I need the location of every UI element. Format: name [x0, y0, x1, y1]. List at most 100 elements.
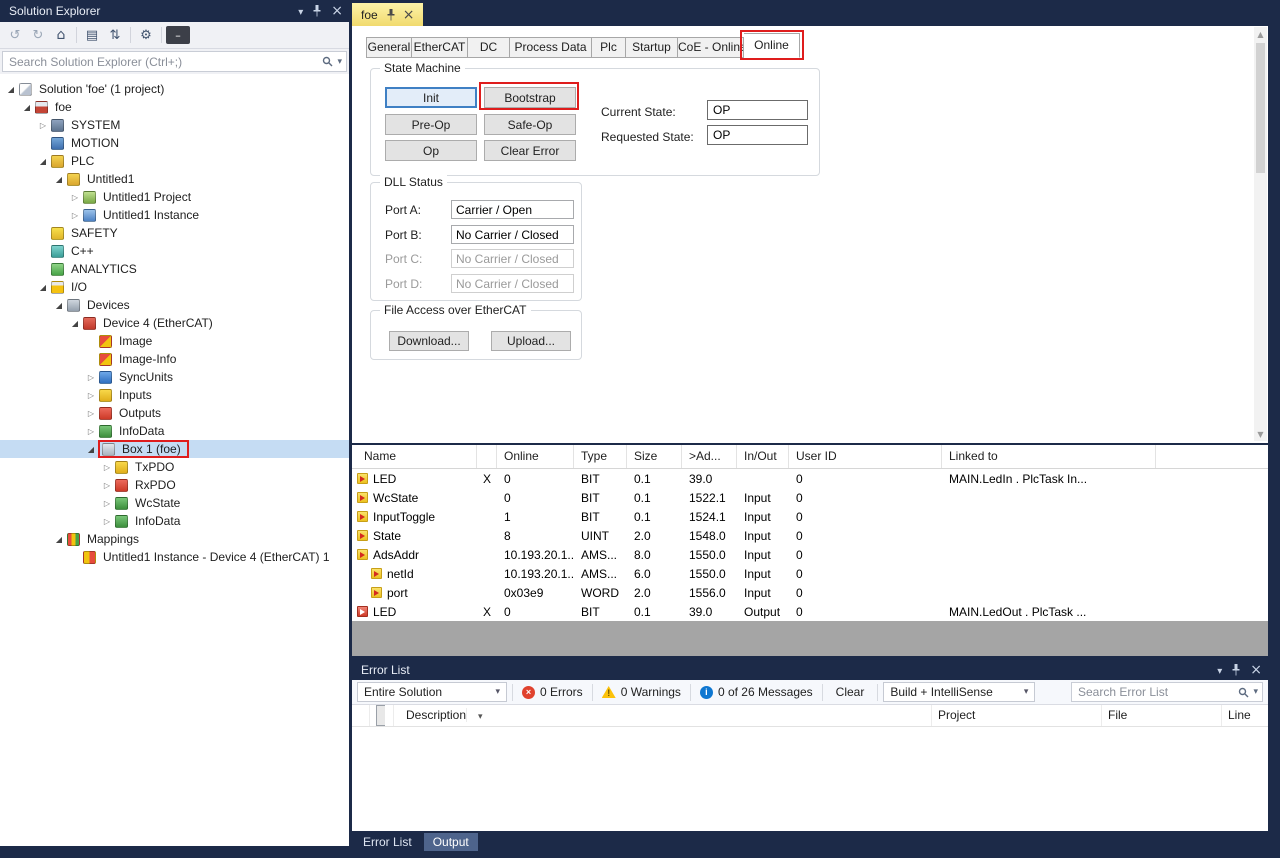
- port-a-field[interactable]: [451, 200, 574, 219]
- expander-closed-icon[interactable]: [68, 205, 82, 225]
- filter-chevron-icon[interactable]: ▾: [472, 712, 483, 722]
- chevron-down-icon[interactable]: [298, 4, 303, 18]
- tab-dc[interactable]: DC: [468, 37, 510, 58]
- tree-item-untitled1[interactable]: Untitled1: [0, 170, 349, 188]
- expander-open-icon[interactable]: [68, 313, 82, 333]
- tree-item-plc[interactable]: PLC: [0, 152, 349, 170]
- tree-item-analytics[interactable]: ANALYTICS: [0, 260, 349, 278]
- wrench-icon[interactable]: [135, 25, 157, 46]
- requested-state-field[interactable]: [707, 125, 808, 145]
- expander-open-icon[interactable]: [4, 79, 18, 99]
- expander-open-icon[interactable]: [52, 169, 66, 189]
- tree-item-system[interactable]: SYSTEM: [0, 116, 349, 134]
- tree-item-infodata2[interactable]: InfoData: [0, 512, 349, 530]
- messages-filter-button[interactable]: 0 of 26 Messages: [696, 685, 817, 699]
- col-file[interactable]: File: [1102, 705, 1222, 726]
- expander-open-icon[interactable]: [36, 151, 50, 171]
- tree-item-cpp[interactable]: C++: [0, 242, 349, 260]
- grid-row-inputtoggle[interactable]: InputToggle 1 BIT 0.1 1524.1 Input 0: [352, 507, 1268, 526]
- tab-error-list[interactable]: Error List: [354, 833, 421, 851]
- tree-item-solution[interactable]: Solution 'foe' (1 project): [0, 80, 349, 98]
- home-icon[interactable]: [50, 25, 72, 46]
- tree-item-image[interactable]: Image: [0, 332, 349, 350]
- col-linkedto[interactable]: Linked to: [942, 445, 1156, 468]
- pin-icon[interactable]: [386, 9, 396, 21]
- grid-row-wcstate[interactable]: WcState 0 BIT 0.1 1522.1 Input 0: [352, 488, 1268, 507]
- error-search-box[interactable]: ▾: [1071, 682, 1263, 702]
- expander-closed-icon[interactable]: [100, 511, 114, 531]
- tree-item-safety[interactable]: SAFETY: [0, 224, 349, 242]
- solution-explorer-titlebar[interactable]: Solution Explorer: [0, 0, 349, 22]
- scroll-down-icon[interactable]: ▼: [1254, 427, 1267, 441]
- tab-general[interactable]: General: [366, 37, 412, 58]
- warnings-filter-button[interactable]: 0 Warnings: [598, 685, 685, 699]
- vertical-scrollbar[interactable]: ▲ ▼: [1254, 27, 1267, 441]
- expander-closed-icon[interactable]: [100, 475, 114, 495]
- grid-row-netid[interactable]: netId 10.193.20.1... AMS... 6.0 1550.0 I…: [352, 564, 1268, 583]
- search-icon[interactable]: [322, 56, 333, 67]
- tree-item-txpdo[interactable]: TxPDO: [0, 458, 349, 476]
- tree-item-rxpdo[interactable]: RxPDO: [0, 476, 349, 494]
- op-button[interactable]: Op: [385, 140, 477, 161]
- expander-open-icon[interactable]: [52, 529, 66, 549]
- pin-icon[interactable]: [312, 5, 322, 17]
- nav-back-icon[interactable]: [4, 25, 26, 46]
- tab-process-data[interactable]: Process Data: [510, 37, 592, 58]
- tree-item-infodata[interactable]: InfoData: [0, 422, 349, 440]
- nav-forward-icon[interactable]: [27, 25, 49, 46]
- col-project[interactable]: Project: [932, 705, 1102, 726]
- preview-toggle-icon[interactable]: [166, 26, 190, 44]
- col-flag[interactable]: [477, 445, 497, 468]
- swap-icon[interactable]: [104, 25, 126, 46]
- col-description[interactable]: Description▾: [394, 705, 932, 726]
- expander-closed-icon[interactable]: [100, 493, 114, 513]
- tree-item-inputs[interactable]: Inputs: [0, 386, 349, 404]
- expander-open-icon[interactable]: [52, 295, 66, 315]
- build-intellisense-dropdown[interactable]: Build + IntelliSense: [883, 682, 1035, 702]
- tree-item-untitled1-instance[interactable]: Untitled1 Instance: [0, 206, 349, 224]
- expander-open-icon[interactable]: [20, 97, 34, 117]
- search-box[interactable]: ▾: [2, 51, 347, 72]
- tree-item-devices[interactable]: Devices: [0, 296, 349, 314]
- col-userid[interactable]: User ID: [789, 445, 942, 468]
- search-icon[interactable]: [1238, 687, 1249, 698]
- col-addr[interactable]: >Ad...: [682, 445, 737, 468]
- search-input[interactable]: [3, 52, 322, 71]
- grid-header-row[interactable]: Name Online Type Size >Ad... In/Out User…: [352, 445, 1268, 469]
- pin-icon[interactable]: [1231, 664, 1241, 676]
- close-icon[interactable]: [331, 4, 343, 18]
- scroll-up-icon[interactable]: ▲: [1254, 27, 1267, 41]
- tree-item-io[interactable]: I/O: [0, 278, 349, 296]
- tree-item-image-info[interactable]: Image-Info: [0, 350, 349, 368]
- error-search-input[interactable]: [1072, 683, 1238, 701]
- tree-item-mapping1[interactable]: Untitled1 Instance - Device 4 (EtherCAT)…: [0, 548, 349, 566]
- safe-op-button[interactable]: Safe-Op: [484, 114, 576, 135]
- grid-row-led-in[interactable]: LED X 0 BIT 0.1 39.0 0 MAIN.LedIn . PlcT…: [352, 469, 1268, 488]
- init-button[interactable]: Init: [385, 87, 477, 108]
- expander-closed-icon[interactable]: [100, 457, 114, 477]
- tree-item-box1[interactable]: Box 1 (foe): [0, 440, 349, 458]
- scope-dropdown[interactable]: Entire Solution: [357, 682, 507, 702]
- grid-row-adsaddr[interactable]: AdsAddr 10.193.20.1... AMS... 8.0 1550.0…: [352, 545, 1268, 564]
- tree-item-outputs[interactable]: Outputs: [0, 404, 349, 422]
- tree-item-device4[interactable]: Device 4 (EtherCAT): [0, 314, 349, 332]
- search-dropdown-icon[interactable]: ▾: [1253, 687, 1258, 697]
- search-dropdown-icon[interactable]: ▾: [337, 57, 342, 67]
- tree-item-foe[interactable]: foe: [0, 98, 349, 116]
- expander-open-icon[interactable]: [84, 439, 98, 459]
- col-line[interactable]: Line: [1222, 705, 1268, 726]
- tab-output[interactable]: Output: [424, 833, 478, 851]
- col-name[interactable]: Name: [352, 445, 477, 468]
- error-list-titlebar[interactable]: Error List: [352, 660, 1268, 680]
- expander-closed-icon[interactable]: [68, 187, 82, 207]
- expander-closed-icon[interactable]: [84, 403, 98, 423]
- tab-coe-online[interactable]: CoE - Online: [678, 37, 744, 58]
- view-list-icon[interactable]: [81, 25, 103, 46]
- port-b-field[interactable]: [451, 225, 574, 244]
- pre-op-button[interactable]: Pre-Op: [385, 114, 477, 135]
- scrollbar-thumb[interactable]: [1256, 43, 1265, 173]
- col-inout[interactable]: In/Out: [737, 445, 789, 468]
- grid-row-port[interactable]: port 0x03e9 WORD 2.0 1556.0 Input 0: [352, 583, 1268, 602]
- tree-item-syncunits[interactable]: SyncUnits: [0, 368, 349, 386]
- grid-row-state[interactable]: State 8 UINT 2.0 1548.0 Input 0: [352, 526, 1268, 545]
